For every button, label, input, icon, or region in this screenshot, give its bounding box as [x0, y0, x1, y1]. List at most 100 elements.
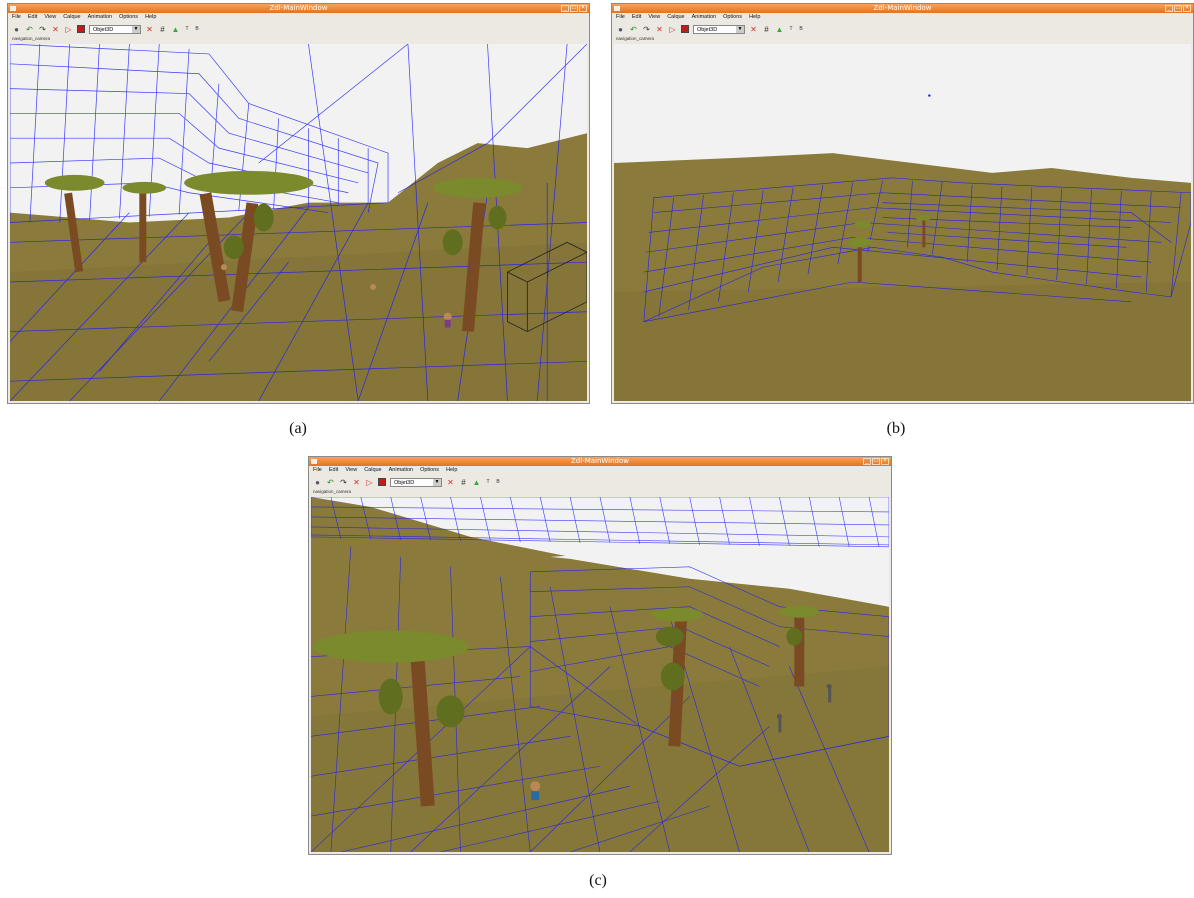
chevron-down-icon[interactable]: ▼ — [132, 25, 140, 33]
globe-icon[interactable]: ● — [616, 25, 625, 34]
remove-icon[interactable]: ✕ — [446, 478, 455, 487]
undo-icon[interactable]: ↶ — [326, 478, 335, 487]
object-combo-value: Objet3D — [697, 26, 718, 33]
maximize-icon[interactable]: □ — [1174, 5, 1182, 12]
redo-icon[interactable]: ↷ — [642, 25, 651, 34]
menu-animation[interactable]: Animation — [88, 13, 112, 22]
window-a: Zdl-MainWindow _ □ × File Edit View Calq… — [7, 3, 590, 404]
terrain-icon[interactable]: ▲ — [171, 25, 180, 34]
text-b-button[interactable]: B — [194, 25, 200, 34]
redo-icon[interactable]: ↷ — [339, 478, 348, 487]
minimize-icon[interactable]: _ — [1165, 5, 1173, 12]
object-combo[interactable]: Objet3D ▼ — [693, 24, 745, 34]
text-t-button[interactable]: T — [788, 25, 794, 34]
menu-animation[interactable]: Animation — [692, 13, 716, 22]
menu-calque[interactable]: Calque — [63, 13, 80, 22]
play-icon[interactable]: ▷ — [365, 478, 374, 487]
toolbar: ● ↶ ↷ ✕ ▷ Objet3D ▼ ✕ # ▲ T B — [309, 475, 891, 489]
object-combo-value: Objet3D — [93, 26, 114, 33]
menu-bar: File Edit View Calque Animation Options … — [612, 13, 1193, 22]
3d-viewport[interactable] — [10, 44, 587, 401]
menu-file[interactable]: File — [313, 466, 322, 475]
close-icon[interactable]: × — [1183, 5, 1191, 12]
menu-file[interactable]: File — [12, 13, 21, 22]
viewport-label: navigation_camera — [313, 489, 352, 494]
title-bar[interactable]: Zdl-MainWindow _ □ × — [309, 457, 891, 466]
delete-red-icon[interactable]: ✕ — [352, 478, 361, 487]
maximize-icon[interactable]: □ — [570, 5, 578, 12]
window-c: Zdl-MainWindow _ □ × File Edit View Calq… — [308, 456, 892, 855]
viewport-label: navigation_camera — [616, 36, 655, 41]
title-bar[interactable]: Zdl-MainWindow _ □ × — [8, 4, 589, 13]
3d-viewport[interactable] — [614, 44, 1191, 401]
toolbar: ● ↶ ↷ ✕ ▷ Objet3D ▼ ✕ # ▲ T B — [8, 22, 589, 36]
object-combo[interactable]: Objet3D ▼ — [89, 24, 141, 34]
globe-icon[interactable]: ● — [313, 478, 322, 487]
menu-bar: File Edit View Calque Animation Options … — [8, 13, 589, 22]
undo-icon[interactable]: ↶ — [25, 25, 34, 34]
play-icon[interactable]: ▷ — [668, 25, 677, 34]
menu-calque[interactable]: Calque — [364, 466, 381, 475]
minimize-icon[interactable]: _ — [561, 5, 569, 12]
menu-help[interactable]: Help — [145, 13, 156, 22]
minimize-icon[interactable]: _ — [863, 458, 871, 465]
caption-c: (c) — [589, 872, 607, 889]
menu-animation[interactable]: Animation — [389, 466, 413, 475]
remove-icon[interactable]: ✕ — [749, 25, 758, 34]
menu-options[interactable]: Options — [119, 13, 138, 22]
title-bar[interactable]: Zdl-MainWindow _ □ × — [612, 4, 1193, 13]
delete-red-icon[interactable]: ✕ — [51, 25, 60, 34]
scene-a — [10, 44, 587, 401]
window-title: Zdl-MainWindow — [873, 4, 932, 12]
grid-icon[interactable]: # — [459, 478, 468, 487]
play-icon[interactable]: ▷ — [64, 25, 73, 34]
scene-c — [311, 497, 889, 852]
text-b-button[interactable]: B — [495, 478, 501, 487]
close-icon[interactable]: × — [881, 458, 889, 465]
3d-viewport[interactable] — [311, 497, 889, 852]
menu-options[interactable]: Options — [420, 466, 439, 475]
object-combo[interactable]: Objet3D ▼ — [390, 477, 442, 487]
menu-view[interactable]: View — [44, 13, 56, 22]
menu-calque[interactable]: Calque — [667, 13, 684, 22]
menu-view[interactable]: View — [648, 13, 660, 22]
window-controls: _ □ × — [561, 5, 587, 12]
chevron-down-icon[interactable]: ▼ — [736, 25, 744, 33]
color-swatch[interactable] — [77, 25, 85, 33]
menu-edit[interactable]: Edit — [28, 13, 37, 22]
menu-options[interactable]: Options — [723, 13, 742, 22]
menu-help[interactable]: Help — [446, 466, 457, 475]
menu-file[interactable]: File — [616, 13, 625, 22]
undo-icon[interactable]: ↶ — [629, 25, 638, 34]
chevron-down-icon[interactable]: ▼ — [433, 478, 441, 486]
window-controls: _ □ × — [1165, 5, 1191, 12]
redo-icon[interactable]: ↷ — [38, 25, 47, 34]
menu-edit[interactable]: Edit — [632, 13, 641, 22]
grid-icon[interactable]: # — [762, 25, 771, 34]
text-b-button[interactable]: B — [798, 25, 804, 34]
caption-b: (b) — [886, 420, 906, 437]
viewport-label: navigation_camera — [12, 36, 51, 41]
color-swatch[interactable] — [681, 25, 689, 33]
text-t-button[interactable]: T — [485, 478, 491, 487]
delete-red-icon[interactable]: ✕ — [655, 25, 664, 34]
toolbar: ● ↶ ↷ ✕ ▷ Objet3D ▼ ✕ # ▲ T B — [612, 22, 1193, 36]
color-swatch[interactable] — [378, 478, 386, 486]
globe-icon[interactable]: ● — [12, 25, 21, 34]
window-controls: _ □ × — [863, 458, 889, 465]
window-b: Zdl-MainWindow _ □ × File Edit View Calq… — [611, 3, 1194, 404]
terrain-icon[interactable]: ▲ — [775, 25, 784, 34]
menu-view[interactable]: View — [345, 466, 357, 475]
menu-help[interactable]: Help — [749, 13, 760, 22]
menu-bar: File Edit View Calque Animation Options … — [309, 466, 891, 475]
window-title: Zdl-MainWindow — [570, 457, 630, 465]
window-title: Zdl-MainWindow — [269, 4, 328, 12]
maximize-icon[interactable]: □ — [872, 458, 880, 465]
remove-icon[interactable]: ✕ — [145, 25, 154, 34]
close-icon[interactable]: × — [579, 5, 587, 12]
terrain-icon[interactable]: ▲ — [472, 478, 481, 487]
menu-edit[interactable]: Edit — [329, 466, 338, 475]
object-combo-value: Objet3D — [394, 479, 415, 486]
grid-icon[interactable]: # — [158, 25, 167, 34]
text-t-button[interactable]: T — [184, 25, 190, 34]
